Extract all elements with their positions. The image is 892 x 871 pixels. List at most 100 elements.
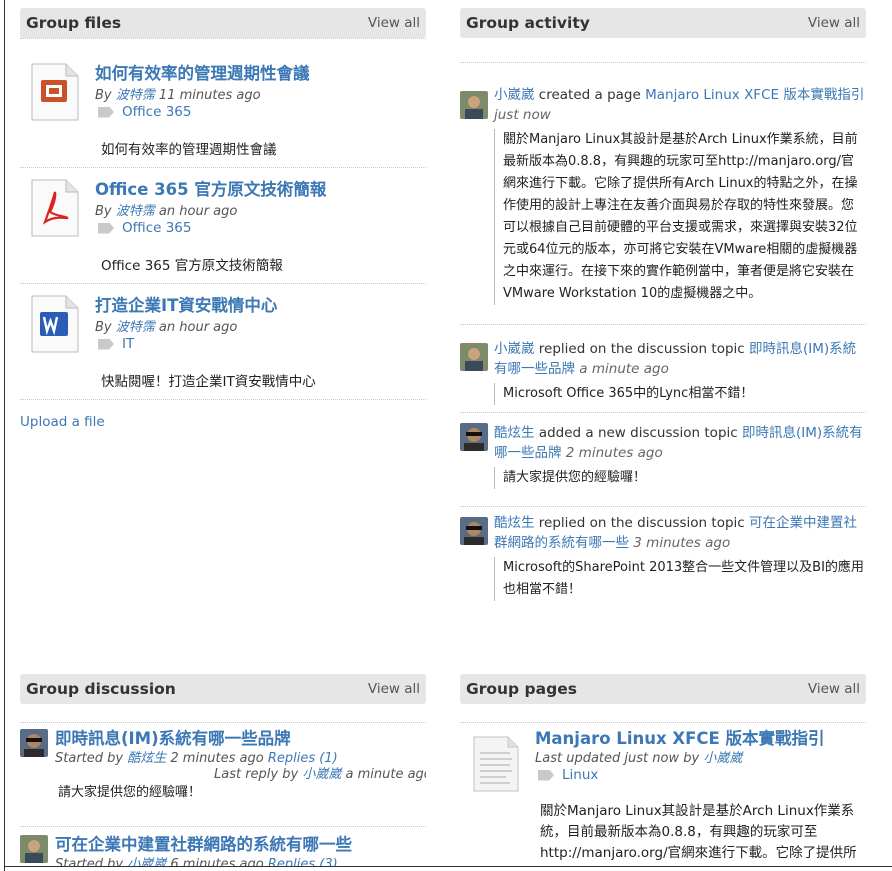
- group-pages-module: Group pages View all Manjaro Linux XFCE …: [460, 674, 866, 866]
- group-discussion-view-all-link[interactable]: View all: [368, 681, 420, 697]
- group-pages-header: Group pages View all: [460, 674, 866, 704]
- file-tag-link[interactable]: Office 365: [122, 104, 191, 120]
- file-tag: Office 365: [98, 104, 191, 120]
- file-author-link[interactable]: 波特霈: [116, 204, 155, 219]
- activity-item: 小崴崴 created a page Manjaro Linux XFCE 版本…: [460, 63, 866, 325]
- tag-icon: [98, 222, 114, 234]
- page-meta: Last updated just now by 小崴崴: [535, 747, 742, 766]
- group-activity-header: Group activity View all: [460, 8, 866, 38]
- activity-item: 酷炫生 added a new discussion topic 即時訊息(IM…: [460, 413, 866, 507]
- group-files-title: Group files: [26, 14, 122, 32]
- group-discussion-header: Group discussion View all: [20, 674, 426, 704]
- avatar[interactable]: [460, 343, 488, 371]
- avatar[interactable]: [460, 91, 488, 119]
- file-item: 如何有效率的管理週期性會議 By 波特霈 11 minutes ago Offi…: [20, 52, 426, 168]
- file-author-link[interactable]: 波特霈: [116, 88, 155, 103]
- group-pages-view-all-link[interactable]: View all: [808, 681, 860, 697]
- file-meta: By 波特霈 an hour ago: [95, 316, 237, 335]
- avatar[interactable]: [20, 835, 48, 863]
- activity-action: created a page: [538, 87, 641, 103]
- page-document-icon[interactable]: [470, 733, 520, 793]
- avatar[interactable]: [460, 517, 488, 545]
- activity-quote: Microsoft的SharePoint 2013整合一些文件管理以及BI的應用…: [494, 557, 866, 601]
- file-tag-link[interactable]: Office 365: [122, 220, 191, 236]
- group-activity-view-all-link[interactable]: View all: [808, 15, 860, 31]
- group-files-module: Group files View all 如何有效率的管理週期性會議 By 波特…: [20, 8, 426, 438]
- page-updated: Last updated just now by: [535, 751, 700, 766]
- discussion-item: 即時訊息(IM)系統有哪一些品牌 Started by 酷炫生 2 minute…: [20, 723, 426, 827]
- page-title-link[interactable]: Manjaro Linux XFCE 版本實戰指引: [535, 725, 824, 749]
- upload-file-link[interactable]: Upload a file: [20, 414, 105, 430]
- file-title-link[interactable]: 打造企業IT資安戰情中心: [95, 292, 277, 316]
- group-files-header: Group files View all: [20, 8, 426, 38]
- file-meta-by: By: [95, 320, 112, 335]
- group-files-view-all-link[interactable]: View all: [368, 15, 420, 31]
- discussion-meta: Started by 小崴崴 6 minutes ago Replies (3): [55, 853, 338, 866]
- file-title-link[interactable]: Office 365 官方原文技術簡報: [95, 176, 326, 200]
- frame-border-bottom: [4, 866, 892, 867]
- pdf-file-icon[interactable]: [30, 178, 80, 238]
- activity-time: 3 minutes ago: [633, 535, 731, 551]
- discussion-item: 可在企業中建置社群網路的系統有哪一些 Started by 小崴崴 6 minu…: [20, 827, 426, 866]
- tag-icon: [538, 769, 554, 781]
- group-discussion-module: Group discussion View all 即時訊息(IM)系統有哪一些…: [20, 674, 426, 866]
- activity-user-link[interactable]: 小崴崴: [494, 87, 535, 103]
- file-meta-time: 11 minutes ago: [158, 88, 261, 103]
- activity-user-link[interactable]: 酷炫生: [494, 515, 535, 531]
- activity-summary: 小崴崴 created a page Manjaro Linux XFCE 版本…: [494, 85, 866, 125]
- discussion-title-link[interactable]: 即時訊息(IM)系統有哪一些品牌: [55, 725, 291, 749]
- activity-time: a minute ago: [579, 361, 669, 377]
- activity-quote: 關於Manjaro Linux其設計是基於Arch Linux作業系統，目前最新…: [494, 129, 866, 305]
- file-meta: By 波特霈 11 minutes ago: [95, 84, 261, 103]
- discussion-title-link[interactable]: 可在企業中建置社群網路的系統有哪一些: [55, 831, 352, 855]
- activity-user-link[interactable]: 小崴崴: [494, 341, 535, 357]
- avatar[interactable]: [460, 423, 488, 451]
- discussion-time: 6 minutes ago: [170, 857, 264, 866]
- activity-action: replied on the discussion topic: [538, 515, 745, 531]
- avatar[interactable]: [20, 729, 48, 757]
- activity-summary: 酷炫生 added a new discussion topic 即時訊息(IM…: [494, 423, 866, 463]
- activity-item: 酷炫生 replied on the discussion topic 可在企業…: [460, 507, 866, 603]
- last-reply-author-link[interactable]: 小崴崴: [302, 767, 341, 782]
- file-item: Office 365 官方原文技術簡報 By 波特霈 an hour ago O…: [20, 168, 426, 284]
- file-tag: IT: [98, 336, 134, 352]
- discussion-excerpt: 請大家提供您的經驗囉！: [58, 785, 202, 800]
- activity-time: just now: [494, 107, 551, 123]
- group-pages-title: Group pages: [466, 680, 577, 698]
- file-author-link[interactable]: 波特霈: [116, 320, 155, 335]
- activity-target-link[interactable]: Manjaro Linux XFCE 版本實戰指引: [645, 87, 864, 103]
- last-reply-prefix: Last reply by: [214, 767, 299, 782]
- word-file-icon[interactable]: [30, 294, 80, 354]
- activity-quote: Microsoft Office 365中的Lync相當不錯！: [494, 383, 866, 405]
- activity-action: added a new discussion topic: [538, 425, 738, 441]
- file-meta-by: By: [95, 88, 112, 103]
- page-author-link[interactable]: 小崴崴: [703, 751, 742, 766]
- file-description: Office 365 官方原文技術簡報: [101, 258, 283, 274]
- page-tag-link[interactable]: Linux: [562, 767, 598, 783]
- discussion-started-by: Started by: [55, 857, 124, 866]
- file-tag-link[interactable]: IT: [122, 336, 134, 352]
- discussion-last-reply: Last reply by 小崴崴 a minute ago: [214, 763, 426, 782]
- powerpoint-file-icon[interactable]: [30, 62, 80, 122]
- file-title-link[interactable]: 如何有效率的管理週期性會議: [95, 60, 310, 84]
- file-description: 快點閱喔！打造企業IT資安戰情中心: [101, 374, 316, 390]
- page-tag: Linux: [538, 767, 598, 783]
- file-tag: Office 365: [98, 220, 191, 236]
- tag-icon: [98, 338, 114, 350]
- discussion-replies-link[interactable]: Replies (3): [268, 857, 338, 866]
- activity-action: replied on the discussion topic: [538, 341, 745, 357]
- discussion-started-by: Started by: [55, 751, 124, 766]
- discussion-author-link[interactable]: 酷炫生: [127, 751, 166, 766]
- file-meta-by: By: [95, 204, 112, 219]
- activity-user-link[interactable]: 酷炫生: [494, 425, 535, 441]
- group-discussion-title: Group discussion: [26, 680, 176, 698]
- file-meta-time: an hour ago: [158, 320, 238, 335]
- activity-time: 2 minutes ago: [565, 445, 663, 461]
- file-meta-time: an hour ago: [158, 204, 238, 219]
- discussion-author-link[interactable]: 小崴崴: [127, 857, 166, 866]
- activity-summary: 酷炫生 replied on the discussion topic 可在企業…: [494, 513, 866, 553]
- file-description: 如何有效率的管理週期性會議: [101, 142, 277, 158]
- page-excerpt: 關於Manjaro Linux其設計是基於Arch Linux作業系統，目前最新…: [540, 803, 857, 861]
- activity-quote: 請大家提供您的經驗囉！: [494, 467, 866, 489]
- group-activity-title: Group activity: [466, 14, 590, 32]
